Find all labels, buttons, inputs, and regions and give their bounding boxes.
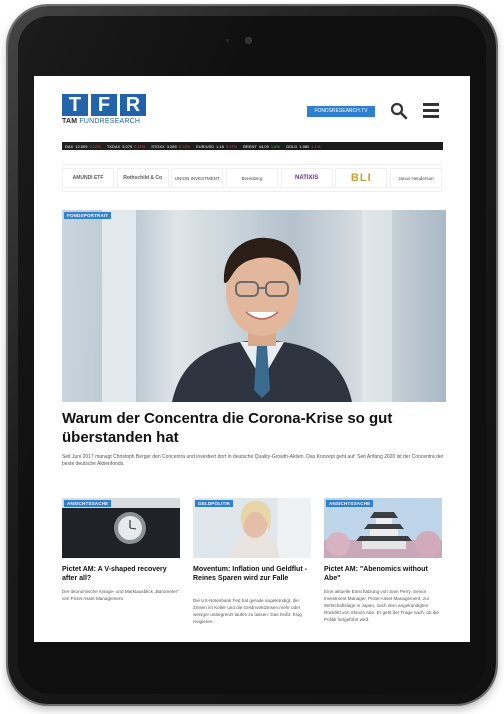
card-image[interactable]: ANSICHTSSACHE xyxy=(324,498,442,558)
ticker-value: 44,09 xyxy=(258,143,269,149)
ticker-value: 1.982 xyxy=(299,143,310,149)
ticker-value: 1,18 xyxy=(216,143,224,149)
category-badge[interactable]: GELDPOLITIK xyxy=(195,500,234,507)
ticker-value: 3.289 xyxy=(166,143,177,149)
hero-image[interactable]: FONDSPORTRAIT xyxy=(62,210,446,402)
article-card[interactable]: ANSICHTSSACHE Pictet AM: A V-shaped reco… xyxy=(62,498,180,642)
ticker-change: 0,11% xyxy=(134,143,146,149)
partner-logo-union[interactable]: UNION INVESTMENT xyxy=(171,168,224,188)
ticker-name: STOXX xyxy=(151,143,165,149)
light-sensor xyxy=(226,39,229,42)
article-card[interactable]: ANSICHTSSACHE Pictet AM: "Abenomics with… xyxy=(324,498,442,642)
ticker-change: 1,6% xyxy=(270,143,280,149)
ticker-item[interactable]: GOLD 1.982 1,1% xyxy=(286,144,320,149)
search-icon[interactable] xyxy=(390,102,408,120)
ticker-item[interactable]: BRENT 44,09 1,6% xyxy=(243,144,280,149)
hamburger-menu-icon[interactable] xyxy=(423,103,439,119)
market-ticker: DAX 12.009 0,12% TXDAX 3.079 0,11% STOXX 3.289 0… xyxy=(62,142,443,150)
logo-subtitle: TAM FUNDRESEARCH xyxy=(62,118,146,125)
watch-photo xyxy=(62,498,180,558)
category-badge[interactable]: FONDSPORTRAIT xyxy=(64,212,112,219)
ticker-name: DAX xyxy=(65,143,74,149)
ticker-value: 12.009 xyxy=(75,143,88,149)
partner-logo-berenberg[interactable]: Berenberg xyxy=(225,168,278,188)
ticker-name: EUR/USD xyxy=(196,143,215,149)
portrait-photo xyxy=(172,237,352,402)
category-badge[interactable]: ANSICHTSSACHE xyxy=(326,500,374,507)
partner-logo-rothschild[interactable]: Rothschild & Co xyxy=(116,168,169,188)
hero-headline[interactable]: Warum der Concentra die Corona-Krise so … xyxy=(62,409,446,447)
ticker-change: 0,12% xyxy=(89,143,101,149)
card-text: Eine aktuelle Einschätzung von Sam Perry… xyxy=(324,589,439,622)
ticker-item[interactable]: DAX 12.009 0,12% xyxy=(65,144,101,149)
logo-letter: R xyxy=(120,94,146,116)
ticker-value: 3.079 xyxy=(122,143,133,149)
fondsresearch-tv-button[interactable]: FONDSRESEARCH.TV xyxy=(307,106,375,117)
logo-letter: T xyxy=(62,94,88,116)
card-text: Der ökonomische Anlage- und Marktausblic… xyxy=(62,589,179,601)
partner-logo-bli[interactable]: BLI xyxy=(335,168,388,188)
article-card[interactable]: GELDPOLITIK Moventum: Inflation und Geld… xyxy=(193,498,311,642)
card-image[interactable]: GELDPOLITIK xyxy=(193,498,311,558)
ticker-name: BRENT xyxy=(243,143,257,149)
category-badge[interactable]: ANSICHTSSACHE xyxy=(64,500,112,507)
ticker-name: GOLD xyxy=(285,143,298,149)
tablet-screen: T F R TAM FUNDRESEARCH FONDSRESEARCH.TV … xyxy=(34,76,470,642)
logo-letters: T F R xyxy=(62,94,146,116)
card-title[interactable]: Pictet AM: A V-shaped recovery after all… xyxy=(62,565,180,583)
site-logo[interactable]: T F R TAM FUNDRESEARCH xyxy=(62,94,146,125)
partner-logo-natixis[interactable]: NATIXIS xyxy=(280,168,333,188)
ticker-item[interactable]: TXDAX 3.079 0,11% xyxy=(107,144,145,149)
ticker-change: 0,13% xyxy=(178,143,191,149)
logo-letter: F xyxy=(91,94,117,116)
japanese-castle-photo xyxy=(324,498,442,558)
ticker-name: TXDAX xyxy=(106,143,121,149)
woman-portrait-photo xyxy=(193,498,311,558)
partner-logos: AMUNDI ETF Rothschild & Co UNION INVESTM… xyxy=(62,164,442,192)
window-pane xyxy=(102,210,136,402)
ticker-change: 1,1% xyxy=(311,143,321,149)
ticker-change: 0,27% xyxy=(225,143,238,149)
partner-logo-amundi[interactable]: AMUNDI ETF xyxy=(62,168,114,188)
front-camera-icon xyxy=(245,37,252,44)
window-pane xyxy=(362,210,392,402)
card-image[interactable]: ANSICHTSSACHE xyxy=(62,498,180,558)
ticker-item[interactable]: STOXX 3.289 0,13% xyxy=(151,144,190,149)
partner-logo-janus-henderson[interactable]: Janus Henderson xyxy=(389,168,442,188)
ticker-item[interactable]: EUR/USD 1,18 0,27% xyxy=(196,144,237,149)
logo-sub-brand: TAM xyxy=(62,118,78,125)
card-title[interactable]: Pictet AM: "Abenomics without Abe" xyxy=(324,565,442,583)
card-text: Die US-Notenbank Fed hat gerade angekünd… xyxy=(193,598,302,624)
card-title[interactable]: Moventum: Inflation und Geldflut - Reine… xyxy=(193,565,311,583)
hero-lead: Seit Juni 2017 managt Christoph Berger d… xyxy=(62,454,444,467)
logo-sub-name: FUNDRESEARCH xyxy=(79,118,141,125)
